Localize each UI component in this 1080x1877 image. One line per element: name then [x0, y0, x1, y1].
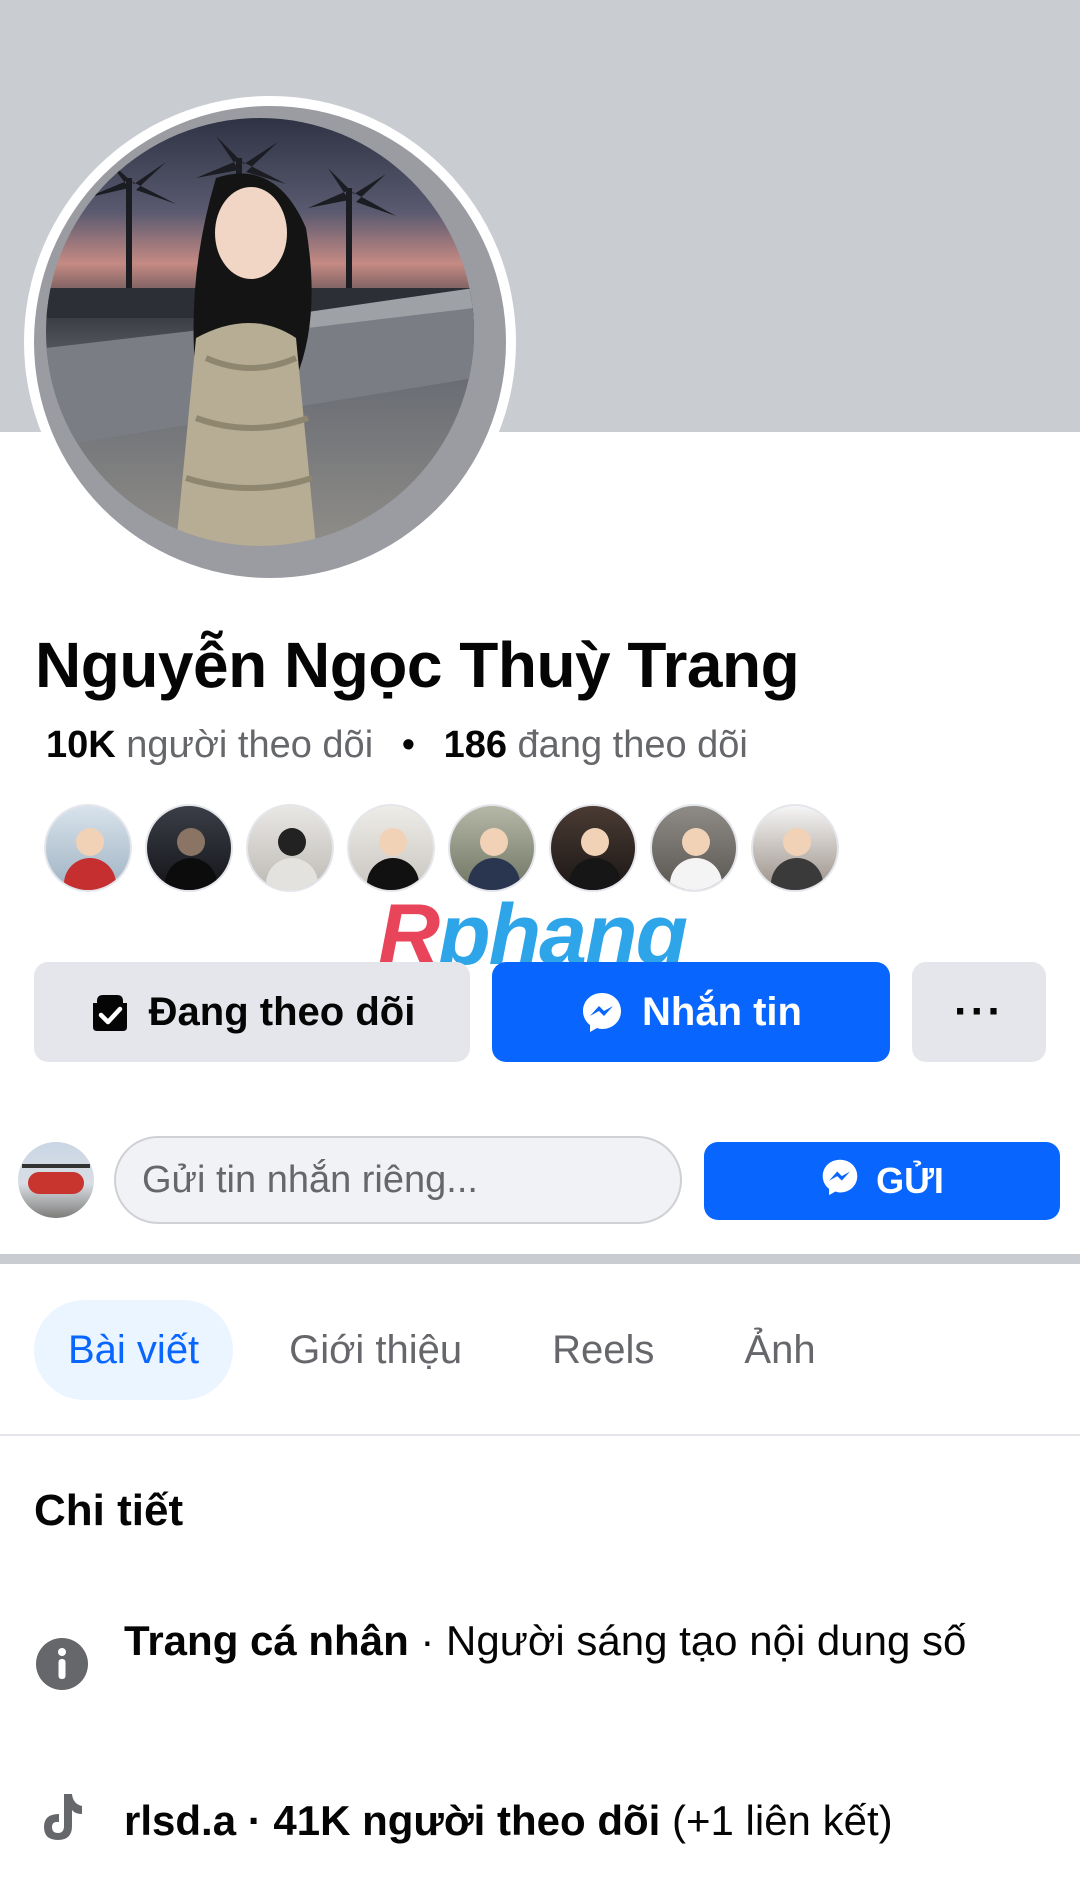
following-count[interactable]: 186 [444, 724, 507, 766]
tab-photos[interactable]: Ảnh [710, 1300, 849, 1400]
following-button[interactable]: Đang theo dõi [34, 962, 470, 1062]
avatar-photo [46, 118, 474, 546]
send-message-button[interactable]: GỬI [704, 1142, 1060, 1220]
tab-reels[interactable]: Reels [518, 1300, 688, 1400]
profile-avatar[interactable] [24, 96, 516, 588]
message-button[interactable]: Nhắn tin [492, 962, 890, 1062]
friend-avatar[interactable] [650, 804, 738, 892]
tab-about[interactable]: Giới thiệu [255, 1300, 496, 1400]
tiktok-extra-links[interactable]: (+1 liên kết) [660, 1797, 893, 1844]
tiktok-account-bold[interactable]: rlsd.a · 41K người theo dõi [124, 1797, 660, 1844]
followers-count[interactable]: 10K [46, 724, 116, 766]
private-message-input[interactable]: Gửi tin nhắn riêng... [114, 1136, 682, 1224]
info-icon [34, 1636, 90, 1692]
profile-tabs: Bài viết Giới thiệu Reels Ảnh [34, 1300, 872, 1400]
send-button-label: GỬI [876, 1160, 944, 1201]
tiktok-icon [34, 1790, 90, 1846]
messenger-send-icon [820, 1157, 860, 1206]
my-avatar [18, 1142, 94, 1218]
friend-avatar[interactable] [347, 804, 435, 892]
section-divider [0, 1254, 1080, 1264]
friend-avatar[interactable] [549, 804, 637, 892]
following-button-label: Đang theo dõi [148, 989, 416, 1034]
details-title: Chi tiết [34, 1486, 184, 1535]
friend-avatar[interactable] [246, 804, 334, 892]
profile-name: Nguyễn Ngọc Thuỳ Trang [35, 629, 800, 701]
friend-avatar[interactable] [448, 804, 536, 892]
mutual-friends-row [44, 804, 839, 896]
friend-avatar[interactable] [44, 804, 132, 892]
message-button-label: Nhắn tin [642, 989, 802, 1034]
messenger-icon [580, 990, 624, 1034]
more-icon: ··· [954, 987, 1004, 1036]
tabs-divider [0, 1434, 1080, 1436]
following-check-icon [89, 991, 131, 1033]
following-label[interactable]: đang theo dõi [518, 724, 748, 766]
followers-label[interactable]: người theo dõi [126, 724, 373, 766]
tab-posts[interactable]: Bài viết [34, 1300, 234, 1400]
friend-avatar[interactable] [145, 804, 233, 892]
follow-stats[interactable]: 10K người theo dõi • 186 đang theo dõi [46, 724, 748, 767]
avatar-illustration [46, 136, 474, 546]
friend-avatar[interactable] [751, 804, 839, 892]
detail-profile-type-bold: Trang cá nhân [124, 1617, 409, 1664]
more-options-button[interactable]: ··· [912, 962, 1046, 1062]
stats-separator: • [401, 724, 416, 766]
detail-profile-type-text: · Người sáng tạo nội dung số [408, 1617, 967, 1664]
